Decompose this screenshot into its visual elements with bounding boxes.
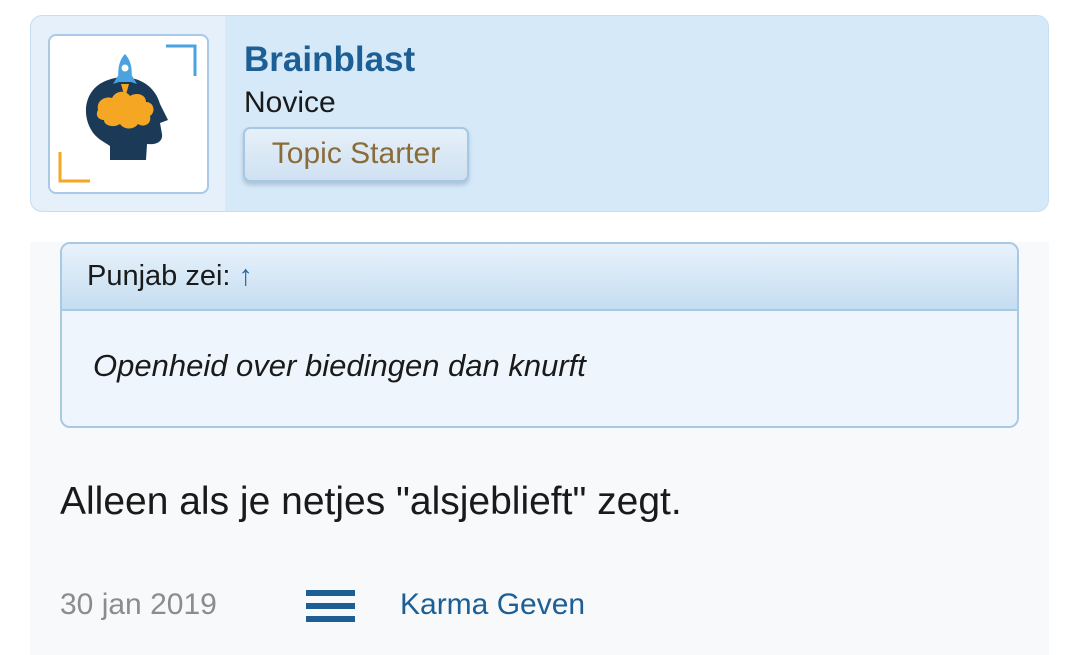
avatar[interactable] [48, 34, 209, 194]
menu-icon[interactable] [306, 590, 355, 622]
post-body: Punjab zei: ↑ Openheid over biedingen dan… [30, 242, 1049, 655]
jump-to-quote-arrow-icon[interactable]: ↑ [239, 260, 254, 292]
avatar-pane [31, 16, 225, 211]
post-date: 30 jan 2019 [60, 588, 217, 621]
brain-rocket-icon [58, 44, 197, 183]
quote-author: Punjab zei: [87, 260, 231, 292]
quote-header: Punjab zei: ↑ [62, 244, 1017, 311]
karma-geven-link[interactable]: Karma Geven [400, 588, 585, 622]
username[interactable]: Brainblast [244, 40, 415, 80]
quote-box: Punjab zei: ↑ Openheid over biedingen dan… [60, 242, 1019, 428]
quote-text: Openheid over biedingen dan knurft [93, 348, 586, 383]
post-footer: 30 jan 2019 Karma Geven [60, 584, 760, 624]
user-card: Brainblast Novice Topic Starter [30, 15, 1049, 212]
post-message: Alleen als je netjes "alsjeblieft" zegt. [60, 480, 682, 523]
topic-starter-badge: Topic Starter [243, 127, 469, 182]
user-rank: Novice [244, 86, 336, 119]
